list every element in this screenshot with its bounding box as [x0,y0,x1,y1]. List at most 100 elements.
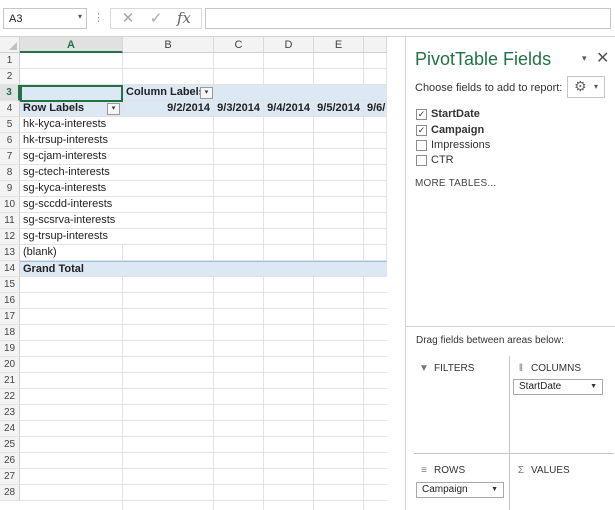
cell[interactable] [214,229,264,245]
row-header[interactable]: 19 [0,341,20,357]
cell[interactable] [364,69,387,85]
row-header[interactable]: 7 [0,149,20,165]
column-header-b[interactable]: B [123,37,214,53]
cell[interactable] [264,53,314,69]
cell[interactable] [264,149,314,165]
cell[interactable] [20,69,123,85]
cell[interactable] [264,181,314,197]
row-header[interactable]: 16 [0,293,20,309]
cell[interactable] [264,245,314,261]
field-checkbox-checked[interactable]: ✓ [416,109,427,120]
cell[interactable] [123,229,214,245]
chip-dropdown-icon[interactable]: ▼ [491,483,498,497]
row-header[interactable]: 27 [0,469,20,485]
cell[interactable] [123,245,214,261]
field-checkbox-checked[interactable]: ✓ [416,125,427,136]
cell[interactable] [314,149,364,165]
cell[interactable] [264,197,314,213]
column-header-f[interactable] [364,37,387,53]
cancel-icon[interactable]: ✕ [115,9,141,28]
row-header[interactable]: 22 [0,389,20,405]
cell[interactable] [264,133,314,149]
name-box[interactable]: A3 ▾ [3,8,87,29]
row-item-cell[interactable]: sg-ctech-interests [20,165,123,181]
column-header-e[interactable]: E [314,37,364,53]
date-header-cell[interactable]: 9/4/2014 [264,101,314,117]
cell[interactable] [123,181,214,197]
cell[interactable] [214,133,264,149]
column-header-c[interactable]: C [214,37,264,53]
field-checkbox[interactable] [416,140,427,151]
cell[interactable] [264,117,314,133]
row-header[interactable]: 18 [0,325,20,341]
row-header[interactable]: 20 [0,357,20,373]
enter-icon[interactable]: ✓ [143,9,169,28]
columns-chip-startdate[interactable]: StartDate ▼ [513,379,603,395]
cell[interactable] [314,213,364,229]
cell[interactable] [314,117,364,133]
row-header[interactable]: 13 [0,245,20,261]
cell[interactable] [264,229,314,245]
row-header[interactable]: 5 [0,117,20,133]
name-box-dropdown-icon[interactable]: ▾ [78,12,82,21]
spreadsheet-grid[interactable]: A B C D E 1 2 3 4 5 6 7 8 9 10 11 12 13 … [0,37,387,510]
more-tables-link[interactable]: MORE TABLES... [415,178,496,189]
row-header[interactable]: 26 [0,453,20,469]
cell[interactable] [20,53,123,69]
cell[interactable] [364,165,387,181]
cell[interactable] [314,229,364,245]
row-header[interactable]: 6 [0,133,20,149]
cell[interactable] [214,149,264,165]
cell[interactable] [364,117,387,133]
row-item-cell[interactable]: (blank) [20,245,123,261]
field-settings-button[interactable]: ⚙ ▾ [567,76,605,98]
row-header[interactable]: 23 [0,405,20,421]
row-header[interactable]: 8 [0,165,20,181]
cell[interactable] [314,133,364,149]
cell[interactable] [364,229,387,245]
cell[interactable] [364,149,387,165]
date-header-cell[interactable]: 9/5/2014 [314,101,364,117]
row-header[interactable]: 11 [0,213,20,229]
column-header-d[interactable]: D [264,37,314,53]
date-header-cell[interactable]: 9/3/2014 [214,101,264,117]
cell[interactable] [264,165,314,181]
cell[interactable] [314,181,364,197]
cell[interactable] [123,117,214,133]
row-header[interactable]: 4 [0,101,20,117]
cell[interactable] [314,53,364,69]
row-header[interactable]: 14 [0,261,20,277]
date-header-cell[interactable]: 9/6/ [364,101,387,117]
cell[interactable] [123,197,214,213]
cell[interactable] [214,69,264,85]
cell[interactable] [123,165,214,181]
rows-chip-campaign[interactable]: Campaign ▼ [416,482,504,498]
cell[interactable] [123,69,214,85]
row-header[interactable]: 17 [0,309,20,325]
formula-input[interactable] [205,8,611,29]
close-icon[interactable]: ✕ [596,48,609,68]
row-item-cell[interactable]: sg-scsrva-interests [20,213,123,229]
row-item-cell[interactable]: sg-kyca-interests [20,181,123,197]
column-labels-cell[interactable]: Column Labels [123,85,387,101]
cell[interactable] [364,133,387,149]
cell[interactable] [364,53,387,69]
insert-function-button[interactable]: fx [171,9,197,28]
row-header[interactable]: 3 [0,85,20,101]
cell[interactable] [214,213,264,229]
cell[interactable] [314,197,364,213]
formula-bar-grip-icon[interactable]: ⋮ [93,11,104,24]
row-header[interactable]: 21 [0,373,20,389]
chip-dropdown-icon[interactable]: ▼ [590,380,597,394]
cell[interactable] [364,181,387,197]
cell[interactable] [214,53,264,69]
row-item-cell[interactable]: sg-sccdd-interests [20,197,123,213]
row-header[interactable]: 9 [0,181,20,197]
row-header[interactable]: 2 [0,69,20,85]
row-item-cell[interactable]: sg-cjam-interests [20,149,123,165]
row-labels-filter-icon[interactable]: ▾ [107,103,120,115]
cell[interactable] [123,133,214,149]
cell[interactable] [214,165,264,181]
field-checkbox[interactable] [416,155,427,166]
column-labels-filter-icon[interactable]: ▾ [200,87,213,99]
